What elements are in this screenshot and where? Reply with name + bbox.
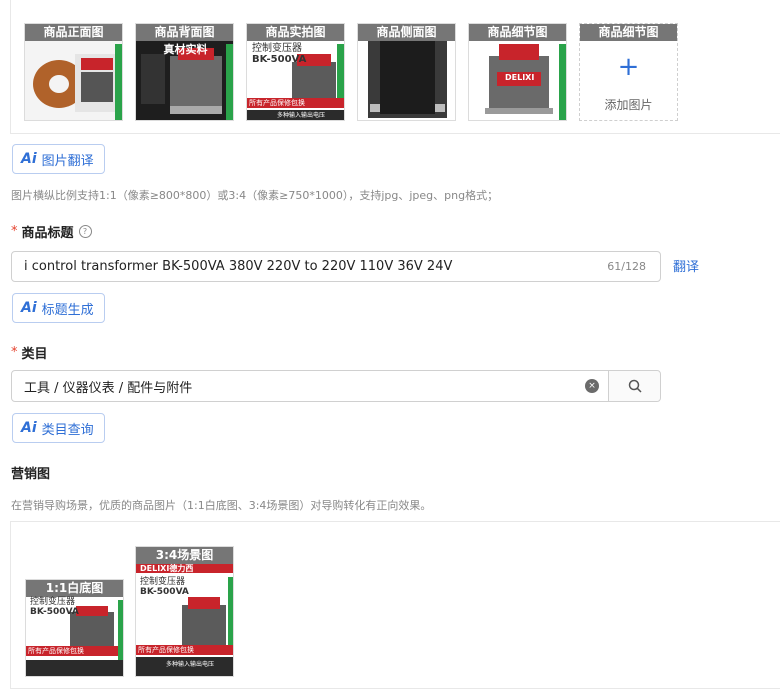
image-caption: 1:1白底图 — [26, 580, 123, 597]
product-title-value: i control transformer BK-500VA 380V 220V… — [24, 259, 453, 274]
clear-icon[interactable]: × — [585, 379, 599, 393]
search-icon — [628, 379, 642, 393]
title-label-row: * 商品标题 ? — [11, 222, 92, 241]
help-icon[interactable]: ? — [78, 225, 92, 238]
image-footer: 多种输入输出电压 — [277, 112, 326, 119]
translate-link[interactable]: 翻译 — [673, 256, 699, 275]
image-slot-front[interactable]: 商品正面图 — [24, 23, 123, 121]
ai-icon: Ai — [21, 151, 37, 167]
image-brand: DELIXI德力西 — [140, 564, 194, 573]
image-product-title: 控制变压器 — [252, 43, 302, 54]
image-requirements-hint: 图片横纵比例支持1:1（像素≥800*800）或3:4（像素≥750*1000）… — [11, 189, 499, 202]
image-model: BK-500VA — [30, 607, 79, 617]
marketing-hint: 在营销导购场景，优质的商品图片（1:1白底图、3:4场景图）对导购转化有正向效果… — [11, 499, 432, 512]
marketing-slot-square[interactable]: 1:1白底图 控制变压器 BK-500VA 所有产品保修包换 — [25, 579, 124, 677]
image-translate-label: 图片翻译 — [41, 153, 94, 169]
marketing-slot-scene[interactable]: 3:4场景图 DELIXI德力西 控制变压器 BK-500VA 所有产品保修包换… — [135, 546, 234, 677]
image-slot-detail[interactable]: 商品细节图 DELIXI — [468, 23, 567, 121]
category-search-button[interactable] — [608, 371, 660, 401]
image-product-title: 控制变压器 — [140, 577, 186, 587]
image-caption: 商品实拍图 — [247, 24, 344, 41]
image-caption: 商品背面图 — [136, 24, 233, 41]
title-char-counter: 61/128 — [607, 260, 646, 273]
required-mark: * — [11, 345, 18, 360]
required-mark: * — [11, 224, 18, 239]
image-overlay-text: 真材实料 — [163, 43, 208, 56]
marketing-label: 营销图 — [11, 467, 51, 482]
title-generate-label: 标题生成 — [41, 302, 94, 318]
image-slot-side[interactable]: 商品侧面图 — [357, 23, 456, 121]
image-slot-real[interactable]: 商品实拍图 控制变压器 BK-500VA 所有产品保修包换 多种输入输出电压 — [246, 23, 345, 121]
image-translate-button[interactable]: Ai 图片翻译 — [12, 144, 105, 174]
category-input[interactable]: 工具 / 仪器仪表 / 配件与附件 × — [11, 370, 661, 402]
add-image-slot[interactable]: 商品细节图 + 添加图片 — [579, 23, 678, 121]
product-images-panel: 商品正面图 商品背面图 真材实料 商品实拍图 控制变压器 BK-500VA 所有… — [10, 0, 780, 134]
image-caption: 商品细节图 — [469, 24, 566, 41]
image-caption: 3:4场景图 — [136, 547, 233, 564]
ai-icon: Ai — [21, 420, 37, 436]
plus-icon: + — [617, 52, 640, 82]
marketing-images-panel: 1:1白底图 控制变压器 BK-500VA 所有产品保修包换 3:4场景图 DE… — [10, 521, 780, 689]
image-brand: DELIXI — [505, 73, 535, 82]
category-query-label: 类目查询 — [41, 422, 94, 438]
image-model: BK-500VA — [140, 587, 189, 597]
add-image-label: 添加图片 — [604, 98, 653, 112]
category-query-button[interactable]: Ai 类目查询 — [12, 413, 105, 443]
image-slot-back[interactable]: 商品背面图 真材实料 — [135, 23, 234, 121]
image-caption: 商品正面图 — [25, 24, 122, 41]
image-caption: 商品细节图 — [580, 24, 677, 41]
image-banner: 所有产品保修包换 — [138, 646, 194, 654]
product-title-input[interactable]: i control transformer BK-500VA 380V 220V… — [11, 251, 661, 282]
category-label-row: * 类目 — [11, 343, 48, 362]
image-model: BK-500VA — [252, 54, 307, 65]
title-generate-button[interactable]: Ai 标题生成 — [12, 293, 105, 323]
category-value: 工具 / 仪器仪表 / 配件与附件 — [24, 380, 193, 396]
image-banner: 所有产品保修包换 — [249, 99, 305, 107]
image-product-title: 控制变压器 — [30, 597, 76, 607]
image-banner: 所有产品保修包换 — [28, 647, 84, 655]
ai-icon: Ai — [21, 300, 37, 316]
image-caption: 商品侧面图 — [358, 24, 455, 41]
image-footer: 多种输入输出电压 — [166, 661, 215, 668]
category-label: 类目 — [21, 347, 48, 362]
title-label: 商品标题 — [21, 226, 74, 241]
